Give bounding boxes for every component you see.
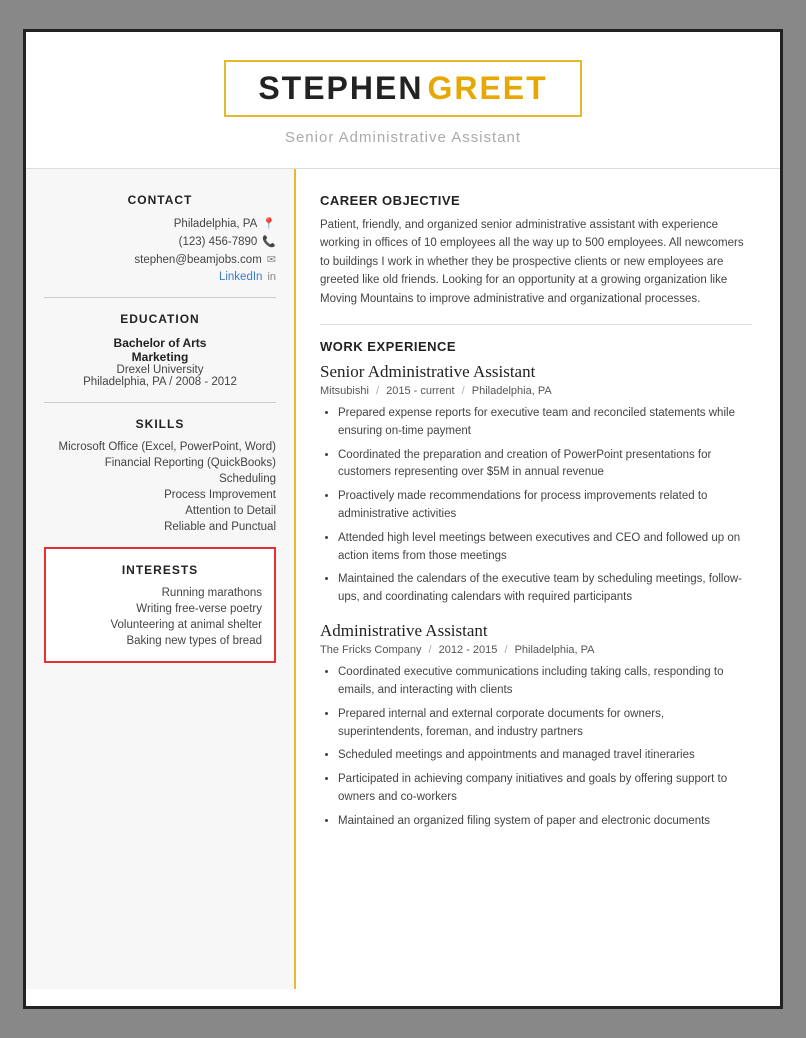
contact-section-title: CONTACT	[44, 193, 276, 207]
email-icon: ✉	[267, 253, 276, 266]
bullet-item: Maintained the calendars of the executiv…	[338, 571, 752, 607]
skills-section-title: SKILLS	[44, 417, 276, 431]
job1-title: Senior Administrative Assistant	[320, 362, 752, 382]
objective-experience-divider	[320, 324, 752, 325]
job2-bullets: Coordinated executive communications inc…	[338, 664, 752, 831]
location-icon: 📍	[262, 217, 276, 230]
bullet-item: Coordinated the preparation and creation…	[338, 447, 752, 483]
bullet-item: Prepared expense reports for executive t…	[338, 405, 752, 441]
bullet-item: Coordinated executive communications inc…	[338, 664, 752, 700]
sep1: /	[376, 385, 379, 397]
left-column: CONTACT Philadelphia, PA 📍 (123) 456-789…	[26, 169, 296, 989]
phone-icon: 📞	[262, 235, 276, 248]
edu-school: Drexel University	[44, 364, 276, 376]
interest-item: Volunteering at animal shelter	[58, 619, 262, 631]
job2-period: 2012 - 2015	[439, 644, 498, 656]
skills-list: Microsoft Office (Excel, PowerPoint, Wor…	[44, 441, 276, 533]
bullet-item: Maintained an organized filing system of…	[338, 813, 752, 831]
contact-email: stephen@beamjobs.com ✉	[44, 253, 276, 266]
last-name: GREET	[427, 70, 547, 106]
skill-item: Reliable and Punctual	[44, 521, 276, 533]
bullet-item: Attended high level meetings between exe…	[338, 530, 752, 566]
job2-title: Administrative Assistant	[320, 621, 752, 641]
contact-location-text: Philadelphia, PA	[174, 218, 258, 230]
linkedin-link[interactable]: LinkedIn	[219, 271, 262, 283]
education-content: Bachelor of Arts Marketing Drexel Univer…	[44, 336, 276, 388]
bullet-item: Prepared internal and external corporate…	[338, 706, 752, 742]
bullet-item: Participated in achieving company initia…	[338, 771, 752, 807]
education-skills-divider	[44, 402, 276, 403]
edu-location-year: Philadelphia, PA / 2008 - 2012	[44, 376, 276, 388]
job2-meta: The Fricks Company / 2012 - 2015 / Phila…	[320, 644, 752, 656]
job1-meta: Mitsubishi / 2015 - current / Philadelph…	[320, 385, 752, 397]
sep4: /	[504, 644, 507, 656]
sep3: /	[429, 644, 432, 656]
skill-item: Financial Reporting (QuickBooks)	[44, 457, 276, 469]
header-section: STEPHEN GREET Senior Administrative Assi…	[26, 32, 780, 168]
career-objective-heading: CAREER OBJECTIVE	[320, 193, 752, 208]
interests-list: Running marathons Writing free-verse poe…	[58, 587, 262, 647]
job1-company: Mitsubishi	[320, 385, 369, 397]
education-section-title: EDUCATION	[44, 312, 276, 326]
job2-location: Philadelphia, PA	[515, 644, 595, 656]
skill-item: Process Improvement	[44, 489, 276, 501]
job1-location: Philadelphia, PA	[472, 385, 552, 397]
contact-education-divider	[44, 297, 276, 298]
contact-phone: (123) 456-7890 📞	[44, 235, 276, 248]
job-subtitle: Senior Administrative Assistant	[46, 129, 760, 146]
job1-period: 2015 - current	[386, 385, 454, 397]
bullet-item: Proactively made recommendations for pro…	[338, 488, 752, 524]
career-objective-text: Patient, friendly, and organized senior …	[320, 216, 752, 308]
skill-item: Attention to Detail	[44, 505, 276, 517]
sep2: /	[462, 385, 465, 397]
interest-item: Writing free-verse poetry	[58, 603, 262, 615]
contact-email-text: stephen@beamjobs.com	[134, 254, 261, 266]
body-layout: CONTACT Philadelphia, PA 📍 (123) 456-789…	[26, 169, 780, 989]
contact-phone-text: (123) 456-7890	[179, 236, 258, 248]
bullet-item: Scheduled meetings and appointments and …	[338, 747, 752, 765]
edu-degree: Bachelor of Arts	[44, 336, 276, 350]
interests-box: INTERESTS Running marathons Writing free…	[44, 547, 276, 663]
skill-item: Scheduling	[44, 473, 276, 485]
edu-major: Marketing	[44, 350, 276, 364]
first-name: STEPHEN	[258, 70, 423, 106]
interest-item: Baking new types of bread	[58, 635, 262, 647]
resume-page: STEPHEN GREET Senior Administrative Assi…	[23, 29, 783, 1009]
interests-section-title: INTERESTS	[58, 563, 262, 577]
right-column: CAREER OBJECTIVE Patient, friendly, and …	[296, 169, 780, 989]
skill-item: Microsoft Office (Excel, PowerPoint, Wor…	[44, 441, 276, 453]
job2-company: The Fricks Company	[320, 644, 421, 656]
linkedin-icon: in	[267, 271, 276, 283]
contact-linkedin[interactable]: LinkedIn in	[44, 271, 276, 283]
job1-bullets: Prepared expense reports for executive t…	[338, 405, 752, 607]
contact-location: Philadelphia, PA 📍	[44, 217, 276, 230]
interest-item: Running marathons	[58, 587, 262, 599]
name-box: STEPHEN GREET	[224, 60, 581, 117]
work-experience-heading: WORK EXPERIENCE	[320, 339, 752, 354]
